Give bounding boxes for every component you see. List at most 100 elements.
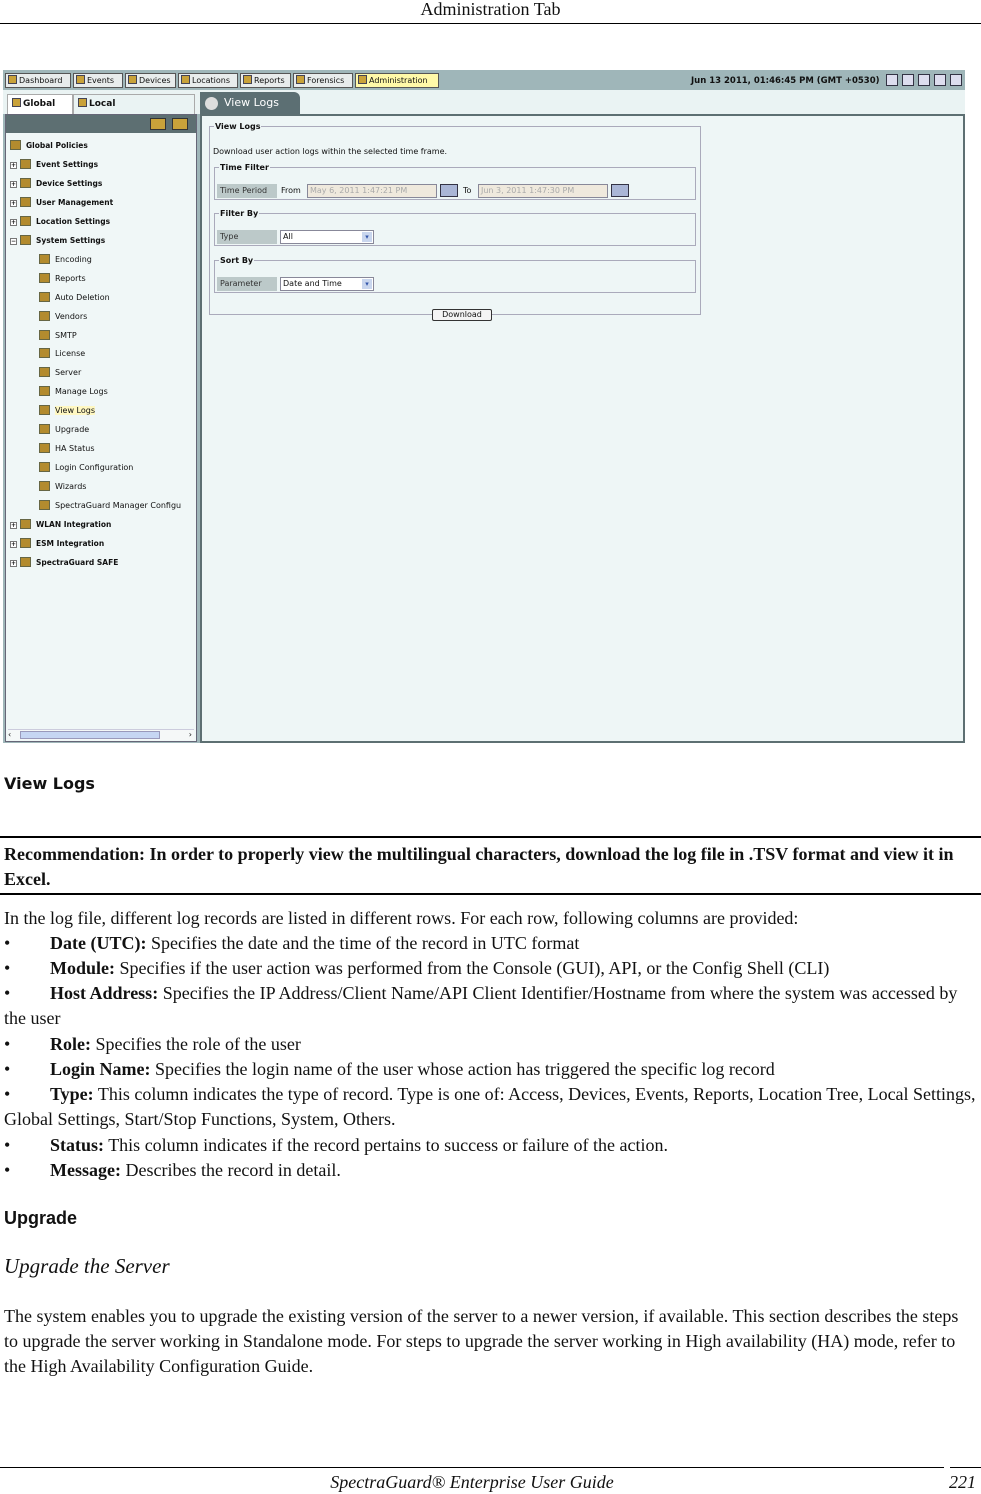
- legend: Time Filter: [220, 163, 269, 172]
- tree-item[interactable]: + WLAN Integration: [10, 519, 111, 530]
- help-icon[interactable]: [902, 74, 914, 86]
- tree-item-label: Global Policies: [26, 141, 88, 150]
- expand-icon[interactable]: +: [10, 218, 17, 226]
- calendar-icon[interactable]: [611, 184, 629, 197]
- collapse-all-icon[interactable]: [172, 118, 188, 130]
- tree-item[interactable]: Reports: [39, 272, 86, 284]
- tree-item-label: Vendors: [55, 311, 88, 321]
- tree-item[interactable]: View Logs: [39, 405, 95, 416]
- header-divider: [0, 23, 981, 24]
- local-icon: [78, 98, 87, 107]
- nav-devices[interactable]: Devices: [125, 73, 176, 88]
- refresh-icon[interactable]: [886, 74, 898, 86]
- parameter-select[interactable]: Date and Time ▾: [280, 277, 374, 291]
- tree-node-icon: [20, 158, 31, 169]
- tree-item-label: Event Settings: [36, 159, 99, 169]
- tab-global[interactable]: Global: [7, 94, 73, 114]
- select-value: Date and Time: [283, 279, 342, 288]
- tree-item[interactable]: + Device Settings: [10, 177, 102, 189]
- tree-item[interactable]: Global Policies: [10, 140, 88, 151]
- description: Download user action logs within the sel…: [213, 147, 448, 156]
- nav-administration[interactable]: Administration: [355, 73, 439, 88]
- tree-item[interactable]: − System Settings: [10, 234, 105, 246]
- expand-icon[interactable]: +: [10, 540, 17, 548]
- app-screenshot: Dashboard Events Devices Locations Reports Fo…: [3, 70, 965, 743]
- tab-view-logs[interactable]: View Logs: [200, 92, 300, 114]
- tree-node-icon: [39, 386, 50, 397]
- type-select[interactable]: All ▾: [280, 230, 374, 244]
- nav-label: Reports: [254, 76, 285, 85]
- tree-node-icon: [20, 556, 31, 567]
- download-button[interactable]: Download: [432, 309, 492, 321]
- nav-dashboard[interactable]: Dashboard: [5, 73, 71, 88]
- nav-label: Forensics: [307, 76, 345, 85]
- from-date-input[interactable]: May 6, 2011 1:47:21 PM: [307, 184, 437, 198]
- tree-item[interactable]: License: [39, 348, 85, 359]
- tree-node-icon: [39, 310, 50, 321]
- tab-label: Local: [89, 99, 116, 109]
- logout-icon[interactable]: [950, 74, 962, 86]
- tree-item[interactable]: + User Management: [10, 196, 114, 208]
- calendar-icon[interactable]: [440, 184, 458, 197]
- tree-item[interactable]: + ESM Integration: [10, 537, 104, 549]
- tree-item[interactable]: Server: [39, 367, 81, 378]
- locations-icon: [181, 75, 190, 84]
- tree-item-label: HA Status: [55, 444, 95, 454]
- tree-node-icon: [39, 367, 50, 378]
- tree-item[interactable]: SpectraGuard Manager Configu: [39, 500, 181, 511]
- tree-item[interactable]: Upgrade: [39, 424, 89, 435]
- nav-reports[interactable]: Reports: [240, 73, 291, 88]
- description: This column indicates the type of record…: [4, 1084, 976, 1129]
- tree-item[interactable]: Wizards: [39, 481, 86, 492]
- view-logs-icon: [205, 97, 218, 110]
- tree-item-label: License: [55, 349, 86, 359]
- list-icon[interactable]: [918, 74, 930, 86]
- term: Host Address:: [50, 983, 159, 1003]
- nav-label: Devices: [139, 76, 171, 85]
- expand-all-icon[interactable]: [150, 118, 166, 130]
- tree-item[interactable]: HA Status: [39, 443, 95, 454]
- tree-item[interactable]: Vendors: [39, 310, 88, 322]
- nav-events[interactable]: Events: [73, 73, 123, 88]
- time-period-label: Time Period: [217, 184, 277, 198]
- tree-item[interactable]: + Event Settings: [10, 158, 99, 170]
- scroll-right-icon[interactable]: ›: [189, 730, 192, 739]
- tree-item-label: SMTP: [55, 330, 77, 340]
- horizontal-scrollbar[interactable]: ‹ ›: [8, 729, 194, 740]
- tab-local[interactable]: Local: [73, 94, 195, 114]
- tree-item[interactable]: Manage Logs: [39, 386, 108, 397]
- page-number: 221: [949, 1472, 976, 1492]
- tree-item[interactable]: Encoding: [39, 253, 92, 265]
- subsection-heading: Upgrade the Server: [4, 1254, 170, 1278]
- scroll-thumb[interactable]: [20, 731, 160, 739]
- tree-item[interactable]: Login Configuration: [39, 462, 133, 473]
- tree-item-label: Login Configuration: [55, 463, 134, 473]
- collapse-icon[interactable]: −: [10, 237, 17, 245]
- tree-node-icon: [20, 519, 31, 529]
- expand-icon[interactable]: +: [10, 522, 17, 529]
- events-icon: [76, 75, 85, 84]
- nav-label: Locations: [192, 76, 231, 85]
- tree-item[interactable]: Auto Deletion: [39, 291, 110, 303]
- tree-item-label: SpectraGuard SAFE: [36, 557, 119, 567]
- tree-item[interactable]: + Location Settings: [10, 215, 110, 227]
- expand-icon[interactable]: +: [10, 161, 17, 169]
- expand-icon[interactable]: +: [10, 559, 17, 567]
- list-item: • Module: Specifies if the user action wa…: [4, 956, 976, 981]
- expand-icon[interactable]: +: [10, 180, 17, 188]
- nav-forensics[interactable]: Forensics: [293, 73, 353, 88]
- tree-item-label: Auto Deletion: [55, 292, 110, 302]
- tree-item[interactable]: SMTP: [39, 329, 77, 341]
- expand-icon[interactable]: +: [10, 199, 17, 207]
- footer-divider: [0, 1467, 944, 1468]
- tree-node-icon: [39, 329, 50, 340]
- bullet: •: [4, 1059, 11, 1079]
- tree-item[interactable]: + SpectraGuard SAFE: [10, 556, 119, 568]
- to-date-input[interactable]: Jun 3, 2011 1:47:30 PM: [478, 184, 608, 198]
- scroll-left-icon[interactable]: ‹: [8, 730, 11, 739]
- nav-locations[interactable]: Locations: [178, 73, 238, 88]
- shield-icon[interactable]: [934, 74, 946, 86]
- list-item: • Message: Describes the record in detail…: [4, 1158, 976, 1183]
- description: Specifies the date and the time of the r…: [146, 933, 580, 953]
- tree-item-label: User Management: [36, 197, 114, 207]
